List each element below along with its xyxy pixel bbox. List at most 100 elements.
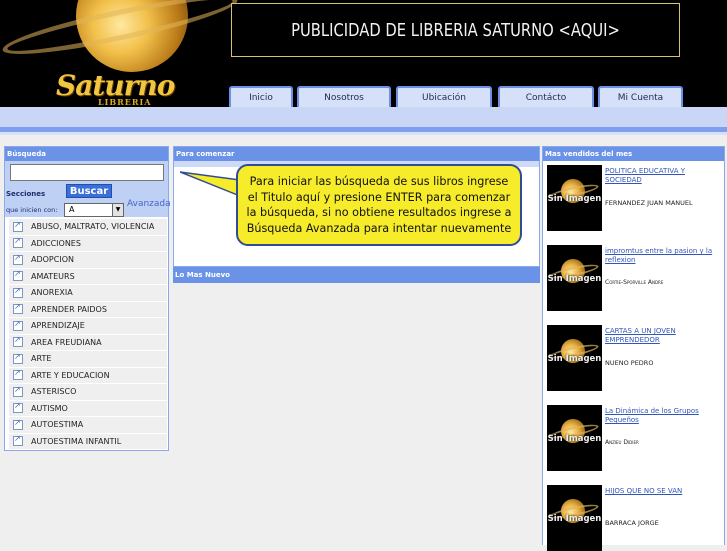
section-item-label: ARTE (31, 354, 52, 364)
section-item[interactable]: APRENDIZAJE (9, 318, 167, 335)
logo-subtext: LIBRERIA (98, 97, 152, 107)
book-cover[interactable]: Sin Imagen (547, 245, 602, 311)
section-item-label: AUTOESTIMA INFANTIL (31, 436, 122, 446)
external-link-icon (13, 434, 23, 447)
book-title-link[interactable]: HIJOS QUE NO SE VAN (605, 487, 723, 496)
no-image-label: Sin Imagen (547, 274, 602, 284)
ad-banner-text: PUBLICIDAD DE LIBRERIA SATURNO <AQUI> (291, 19, 620, 41)
book-cover[interactable]: Sin Imagen (547, 405, 602, 471)
new-arrivals-title: Lo Mas Nuevo (173, 267, 540, 283)
bestseller-item: Sin Imagen CARTAS A UN JOVEN EMPRENDEDOR N… (547, 325, 723, 391)
section-list: ABUSO, MALTRATO, VIOLENCIA ADICCIONES ADOP… (9, 219, 167, 450)
book-author: BARRACA JORGE (605, 519, 659, 527)
book-author: Anzieu Didier (605, 439, 639, 446)
no-image-label: Sin Imagen (547, 194, 602, 204)
section-item-label: AMATEURS (31, 271, 75, 281)
section-item[interactable]: ABUSO, MALTRATO, VIOLENCIA (9, 219, 167, 236)
bestseller-item: Sin Imagen POLITICA EDUCATIVA Y SOCIEDAD F… (547, 165, 723, 231)
book-author: Cortie-Sporville Andre (605, 279, 664, 286)
initial-letter-label: que inicien con: (6, 206, 58, 214)
section-item[interactable]: AUTISMO (9, 400, 167, 417)
section-item[interactable]: AMATEURS (9, 268, 167, 285)
sections-label: Secciones (6, 190, 46, 198)
external-link-icon (13, 335, 23, 348)
bestsellers-title: Mas vendidos del mes (543, 147, 724, 161)
logo-word: Saturno (56, 69, 175, 102)
book-cover[interactable]: Sin Imagen (547, 485, 602, 551)
site-header: Saturno LIBRERIA PUBLICIDAD DE LIBRERIA … (0, 0, 727, 107)
tab-label: Contácto (525, 92, 567, 103)
tab-mi-cuenta[interactable]: Mi Cuenta (598, 86, 683, 107)
bestseller-item: Sin Imagen HIJOS QUE NO SE VAN BARRACA JOR… (547, 485, 723, 551)
bestseller-item: Sin Imagen La Dinámica de los Grupos Pequ… (547, 405, 723, 471)
external-link-icon (13, 253, 23, 265)
search-form: Secciones Buscar que inicien con: A ▼ Av… (5, 161, 171, 217)
external-link-icon (13, 220, 23, 232)
tab-label: Nosotros (324, 92, 364, 103)
tab-ubicacion[interactable]: Ubicación (396, 86, 492, 107)
tab-inicio[interactable]: Inicio (229, 86, 293, 107)
initial-letter-select[interactable]: A ▼ (64, 203, 124, 217)
section-item[interactable]: AREA FREUDIANA (9, 334, 167, 351)
section-item[interactable]: ADICCIONES (9, 235, 167, 252)
book-cover[interactable]: Sin Imagen (547, 165, 602, 231)
section-item-label: AUTISMO (31, 403, 68, 413)
book-author: FERNANDEZ JUAN MANUEL (605, 199, 693, 207)
tab-contacto[interactable]: Contácto (498, 86, 594, 107)
section-item[interactable]: ADOPCION (9, 252, 167, 269)
section-item[interactable]: AUTOESTIMA INFANTIL (9, 433, 167, 450)
section-item-label: ANOREXIA (31, 288, 73, 298)
tab-nosotros[interactable]: Nosotros (297, 86, 391, 107)
help-callout: Para iniciar las búsqueda de sus libros … (236, 164, 522, 246)
book-author: NUENO PEDRO (605, 359, 654, 367)
search-panel-title: Búsqueda (5, 147, 168, 161)
getting-started-title: Para comenzar (174, 147, 539, 161)
tab-label: Inicio (249, 92, 273, 103)
ad-banner[interactable]: PUBLICIDAD DE LIBRERIA SATURNO <AQUI> (231, 3, 680, 57)
section-item-label: ASTERISCO (31, 387, 77, 397)
book-cover[interactable]: Sin Imagen (547, 325, 602, 391)
header-band (0, 107, 727, 127)
bestseller-item: Sin Imagen impromtus entre la pasion y la… (547, 245, 723, 311)
section-item[interactable]: AUTOESTIMA (9, 417, 167, 434)
external-link-icon (13, 319, 23, 331)
search-panel: Búsqueda Secciones Buscar que inicien co… (4, 146, 171, 451)
section-item-label: ADOPCION (31, 255, 74, 265)
no-image-label: Sin Imagen (547, 514, 602, 524)
section-item-label: APRENDER PAIDOS (31, 304, 107, 314)
external-link-icon (13, 236, 23, 249)
advanced-search-link[interactable]: Avanzada (127, 199, 171, 209)
bestsellers-panel: Mas vendidos del mes Sin Imagen POLITICA … (542, 146, 725, 551)
section-item[interactable]: ANOREXIA (9, 285, 167, 302)
tab-label: Mi Cuenta (617, 92, 664, 103)
book-title-link[interactable]: CARTAS A UN JOVEN EMPRENDEDOR (605, 327, 723, 345)
site-logo[interactable]: Saturno LIBRERIA (42, 69, 182, 108)
external-link-icon (13, 401, 23, 414)
book-title-link[interactable]: La Dinámica de los Grupos Pequeños (605, 407, 723, 425)
tab-label: Ubicación (422, 92, 466, 103)
external-link-icon (13, 302, 23, 315)
search-button[interactable]: Buscar (66, 184, 112, 198)
section-item-label: ARTE Y EDUCACION (31, 370, 110, 380)
external-link-icon (13, 286, 23, 298)
section-item-label: AUTOESTIMA (31, 420, 84, 430)
external-link-icon (13, 385, 23, 397)
section-item-label: ABUSO, MALTRATO, VIOLENCIA (31, 222, 155, 232)
help-callout-text: Para iniciar las búsqueda de sus libros … (246, 175, 512, 235)
section-item[interactable]: APRENDER PAIDOS (9, 301, 167, 318)
section-item[interactable]: ASTERISCO (9, 384, 167, 401)
search-input[interactable] (10, 164, 164, 181)
chevron-down-icon[interactable]: ▼ (112, 204, 123, 216)
section-item-label: ADICCIONES (31, 238, 81, 248)
callout-pointer (180, 171, 240, 197)
section-item[interactable]: ARTE Y EDUCACION (9, 367, 167, 384)
section-item[interactable]: ARTE (9, 351, 167, 368)
no-image-label: Sin Imagen (547, 434, 602, 444)
section-item-label: AREA FREUDIANA (31, 337, 102, 347)
header-band-line-light (0, 132, 727, 135)
book-title-link[interactable]: POLITICA EDUCATIVA Y SOCIEDAD (605, 167, 723, 185)
initial-letter-value: A (69, 205, 75, 214)
no-image-label: Sin Imagen (547, 354, 602, 364)
book-title-link[interactable]: impromtus entre la pasion y la reflexion (605, 247, 723, 265)
external-link-icon (13, 418, 23, 430)
